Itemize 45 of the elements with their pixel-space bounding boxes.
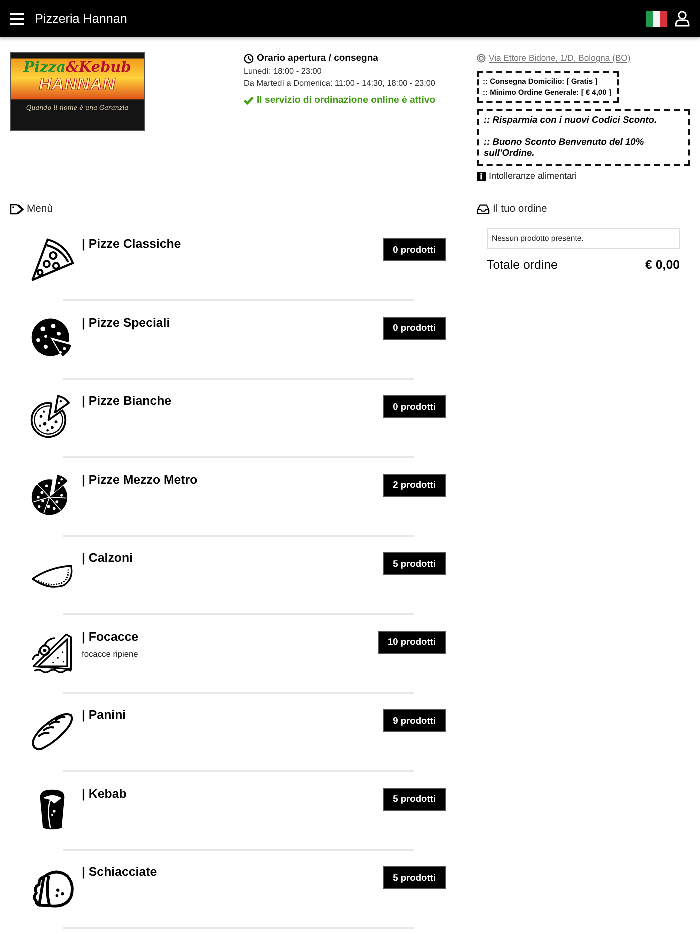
product-count-button[interactable]: 0 prodotti bbox=[383, 316, 446, 340]
category-title[interactable]: | Calzoni bbox=[82, 551, 133, 565]
product-count-button[interactable]: 9 prodotti bbox=[383, 709, 446, 732]
category-title[interactable]: | Pizze Speciali bbox=[82, 316, 170, 330]
allergens-link[interactable]: Intolleranze alimentari bbox=[489, 171, 578, 181]
promo-note: :: Buono Sconto Benvenuto del 10% sull'Ordine. bbox=[484, 137, 646, 159]
site-title: Pizzeria Hannan bbox=[35, 12, 128, 26]
category-description: focacce ripiene bbox=[82, 648, 138, 658]
logo-wordmark: Pizza bbox=[24, 60, 66, 76]
logo-wordmark: &Kebub bbox=[66, 60, 132, 76]
total-amount: € 0,00 bbox=[646, 258, 680, 272]
info-icon bbox=[477, 172, 486, 180]
location-icon bbox=[477, 54, 486, 62]
opening-hours-text: Da Martedì a Domenica: 11:00 - 14:30, 18:00 - 23:00 bbox=[244, 78, 436, 90]
online-status-text: Il servizio di ordinazione online è attivo bbox=[257, 95, 436, 106]
total-label: Totale ordine bbox=[487, 258, 558, 272]
order-heading: Il tuo ordine bbox=[493, 204, 548, 214]
pizza-slice-icon bbox=[30, 237, 75, 282]
hours-title: Orario apertura / consegna bbox=[257, 53, 378, 64]
menu-icon[interactable] bbox=[10, 12, 24, 24]
product-count-button[interactable]: 5 prodotti bbox=[383, 788, 446, 810]
product-count-button[interactable]: 10 prodotti bbox=[378, 630, 446, 654]
category-title[interactable]: | Schiacciate bbox=[82, 865, 158, 879]
category-title[interactable]: | Pizze Classiche bbox=[82, 237, 182, 251]
check-icon bbox=[244, 96, 254, 105]
user-icon[interactable] bbox=[675, 10, 690, 26]
category-title[interactable]: | Panini bbox=[82, 708, 126, 722]
product-count-button[interactable]: 5 prodotti bbox=[383, 552, 446, 575]
category-title[interactable]: | Kebab bbox=[82, 786, 127, 800]
promo-note: :: Risparmia con i nuovi Codici Sconto. bbox=[484, 115, 658, 126]
inbox-icon bbox=[477, 204, 490, 214]
tag-icon bbox=[10, 204, 24, 214]
product-count-button[interactable]: 5 prodotti bbox=[383, 866, 446, 889]
clock-icon bbox=[244, 54, 254, 64]
italian-flag-icon[interactable] bbox=[646, 10, 667, 26]
category-title[interactable]: | Pizze Bianche bbox=[82, 394, 172, 408]
category-title[interactable]: | Pizze Mezzo Metro bbox=[82, 472, 198, 486]
menu-heading: Menù bbox=[27, 204, 53, 214]
category-title[interactable]: | Focacce bbox=[82, 630, 139, 644]
address-link[interactable]: Via Ettore Bidone, 1/D, Bologna (BO) bbox=[489, 53, 631, 63]
product-count-button[interactable]: 2 prodotti bbox=[383, 474, 446, 496]
logo-name: HANNAN bbox=[39, 76, 116, 94]
opening-hours-text: Lunedì: 18:00 - 23:00 bbox=[244, 66, 322, 78]
product-count-button[interactable]: 0 prodotti bbox=[383, 395, 446, 418]
product-count-button[interactable]: 0 prodotti bbox=[383, 238, 446, 261]
